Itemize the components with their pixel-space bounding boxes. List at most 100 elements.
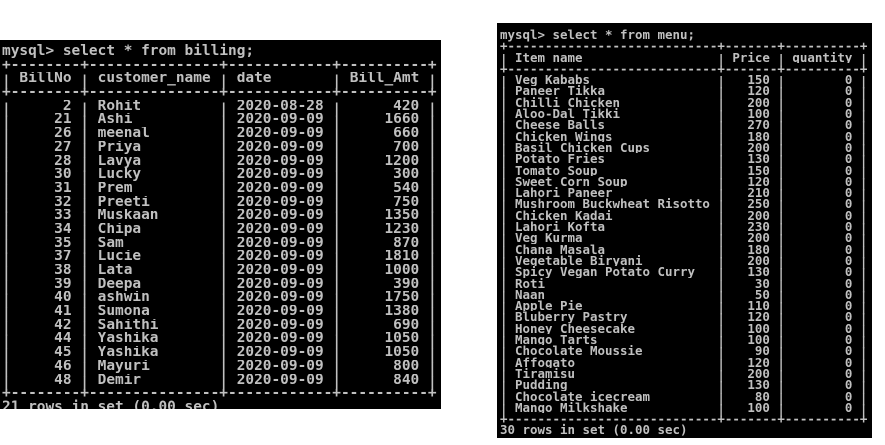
cell-item-name: Veg Kurma bbox=[515, 232, 583, 244]
cell-billno: 31 bbox=[54, 181, 72, 196]
cell-price: 180 bbox=[747, 130, 770, 142]
cell-item-name: Roti bbox=[515, 277, 545, 289]
cell-price: 150 bbox=[747, 164, 770, 176]
cell-quantity: 0 bbox=[844, 198, 853, 210]
menu-console-window[interactable]: mysql> select * from menu; +------------… bbox=[497, 23, 872, 438]
table-row: | Chocolate Moussie | 90 | 0 | bbox=[500, 344, 868, 360]
cell-price: 100 bbox=[747, 322, 770, 335]
billing-console-window[interactable]: mysql> select * from billing; +--------+… bbox=[0, 40, 441, 409]
cell-customer-name: meenal bbox=[97, 127, 150, 141]
table-border: +--------+---------------+------------+-… bbox=[2, 56, 437, 73]
table-row: | Affogato | 120 | 0 | bbox=[500, 355, 868, 371]
cell-customer-name: Sumona bbox=[97, 305, 150, 319]
table-row: | Mushroom Buckwheat Risotto | 250 | 0 | bbox=[500, 197, 868, 213]
cell-date: 2020-09-09 bbox=[236, 154, 324, 169]
table-row: | Tiramisu | 200 | 0 | bbox=[500, 367, 868, 383]
table-row: | 38 | Lata | 2020-09-09 | 1000 | bbox=[2, 264, 437, 282]
cell-quantity: 0 bbox=[844, 108, 853, 120]
cell-price: 50 bbox=[754, 288, 770, 301]
cell-date: 2020-09-09 bbox=[236, 332, 324, 347]
cell-quantity: 0 bbox=[844, 243, 853, 255]
table-row: | Veg Kurma | 200 | 0 | bbox=[500, 231, 868, 247]
cell-item-name: Naan bbox=[515, 288, 545, 301]
cell-item-name: Lahori Paneer bbox=[515, 187, 613, 199]
table-row: | 42 | Sahithi | 2020-09-09 | 690 | bbox=[2, 318, 437, 337]
cell-bill-amt: 540 bbox=[393, 181, 420, 196]
cell-bill-amt: 1660 bbox=[384, 113, 420, 128]
cell-customer-name: Prem bbox=[97, 181, 133, 196]
cell-item-name: Basil Chicken Cups bbox=[515, 141, 650, 154]
table-row: | 2 | Rohit | 2020-08-28 | 420 | bbox=[2, 99, 437, 118]
cell-quantity: 0 bbox=[844, 221, 853, 233]
cell-item-name: Sweet Corn Soup bbox=[515, 175, 628, 188]
cell-bill-amt: 700 bbox=[393, 140, 420, 155]
cell-billno: 33 bbox=[54, 209, 72, 223]
table-row: | Chicken Wings | 180 | 0 | bbox=[500, 129, 868, 145]
table-row: | 33 | Muskaan | 2020-09-09 | 1350 | bbox=[2, 209, 437, 227]
cell-price: 250 bbox=[747, 198, 770, 210]
cell-price: 200 bbox=[747, 96, 770, 109]
cell-quantity: 0 bbox=[844, 311, 853, 323]
cell-price: 210 bbox=[747, 187, 770, 199]
cell-bill-amt: 1350 bbox=[384, 209, 420, 223]
menu-result-table: +----------------------------+-------+--… bbox=[500, 39, 872, 425]
cell-bill-amt: 660 bbox=[393, 127, 420, 141]
cell-price: 150 bbox=[747, 74, 770, 86]
cell-billno: 32 bbox=[54, 195, 72, 210]
cell-item-name: Affogato bbox=[515, 356, 575, 368]
cell-item-name: Veg Kababs bbox=[515, 74, 590, 86]
table-row: | Spicy Vegan Potato Curry | 130 | 0 | bbox=[500, 265, 868, 281]
cell-quantity: 0 bbox=[844, 356, 853, 368]
cell-item-name: Aloo-Dal Tikki bbox=[515, 108, 620, 120]
cell-billno: 45 bbox=[54, 346, 72, 360]
cell-price: 120 bbox=[747, 175, 770, 188]
cell-quantity: 0 bbox=[844, 254, 853, 267]
table-row: | Aloo-Dal Tikki | 100 | 0 | bbox=[500, 107, 868, 123]
table-row: | Potato Fries | 130 | 0 | bbox=[500, 152, 868, 168]
cell-billno: 27 bbox=[54, 140, 72, 155]
table-row: | 37 | Lucie | 2020-09-09 | 1810 | bbox=[2, 250, 437, 269]
cell-quantity: 0 bbox=[844, 153, 853, 165]
cell-customer-name: Sahithi bbox=[97, 318, 159, 333]
cell-customer-name: Preeti bbox=[97, 195, 150, 210]
cell-customer-name: Mayuri bbox=[97, 359, 150, 374]
cell-customer-name: Lucie bbox=[97, 250, 142, 265]
cell-price: 100 bbox=[747, 334, 770, 346]
cell-billno: 34 bbox=[54, 222, 72, 237]
table-row: | Mango Tarts | 100 | 0 | bbox=[500, 333, 868, 349]
cell-item-name: Chicken Wings bbox=[515, 130, 613, 142]
cell-item-name: Potato Fries bbox=[515, 153, 605, 165]
table-row: | Basil Chicken Cups | 200 | 0 | bbox=[500, 141, 868, 157]
cell-date: 2020-09-09 bbox=[236, 140, 324, 155]
cell-quantity: 0 bbox=[844, 322, 853, 335]
table-row: | 41 | Sumona | 2020-09-09 | 1380 | bbox=[2, 305, 437, 323]
cell-price: 200 bbox=[747, 254, 770, 267]
cell-customer-name: Yashika bbox=[97, 346, 159, 360]
cell-quantity: 0 bbox=[844, 119, 853, 131]
table-row: | 40 | ashwin | 2020-09-09 | 1750 | bbox=[2, 291, 437, 310]
cell-customer-name: Chipa bbox=[97, 222, 142, 237]
cell-billno: 28 bbox=[54, 154, 72, 169]
cell-customer-name: Yashika bbox=[97, 332, 159, 347]
table-row: | Roti | 30 | 0 | bbox=[500, 276, 868, 292]
cell-quantity: 0 bbox=[844, 130, 853, 142]
table-border: +--------+---------------+------------+-… bbox=[2, 84, 437, 101]
cell-quantity: 0 bbox=[844, 164, 853, 176]
cell-date: 2020-09-09 bbox=[236, 113, 324, 128]
table-row: | Chicken Kadai | 200 | 0 | bbox=[500, 209, 868, 225]
cell-customer-name: Lata bbox=[97, 264, 133, 278]
table-row: | 46 | Mayuri | 2020-09-09 | 800 | bbox=[2, 359, 437, 378]
table-row: | 26 | meenal | 2020-09-09 | 660 | bbox=[2, 127, 437, 145]
cell-item-name: Chana Masala bbox=[515, 243, 605, 255]
cell-price: 180 bbox=[747, 243, 770, 255]
table-border: +----------------------------+-------+--… bbox=[500, 60, 868, 76]
table-row: | 35 | Sam | 2020-09-09 | 870 | bbox=[2, 236, 437, 255]
table-row: | 34 | Chipa | 2020-09-09 | 1230 | bbox=[2, 222, 437, 241]
cell-quantity: 0 bbox=[844, 277, 853, 289]
cell-bill-amt: 1230 bbox=[384, 222, 420, 237]
table-row: | Chilli Chicken | 200 | 0 | bbox=[500, 96, 868, 112]
table-row: | Chocolate icecream | 80 | 0 | bbox=[500, 389, 868, 405]
table-row: | Naan | 50 | 0 | bbox=[500, 288, 868, 304]
table-row: | Honey Cheesecake | 100 | 0 | bbox=[500, 322, 868, 338]
cell-quantity: 0 bbox=[844, 334, 853, 346]
